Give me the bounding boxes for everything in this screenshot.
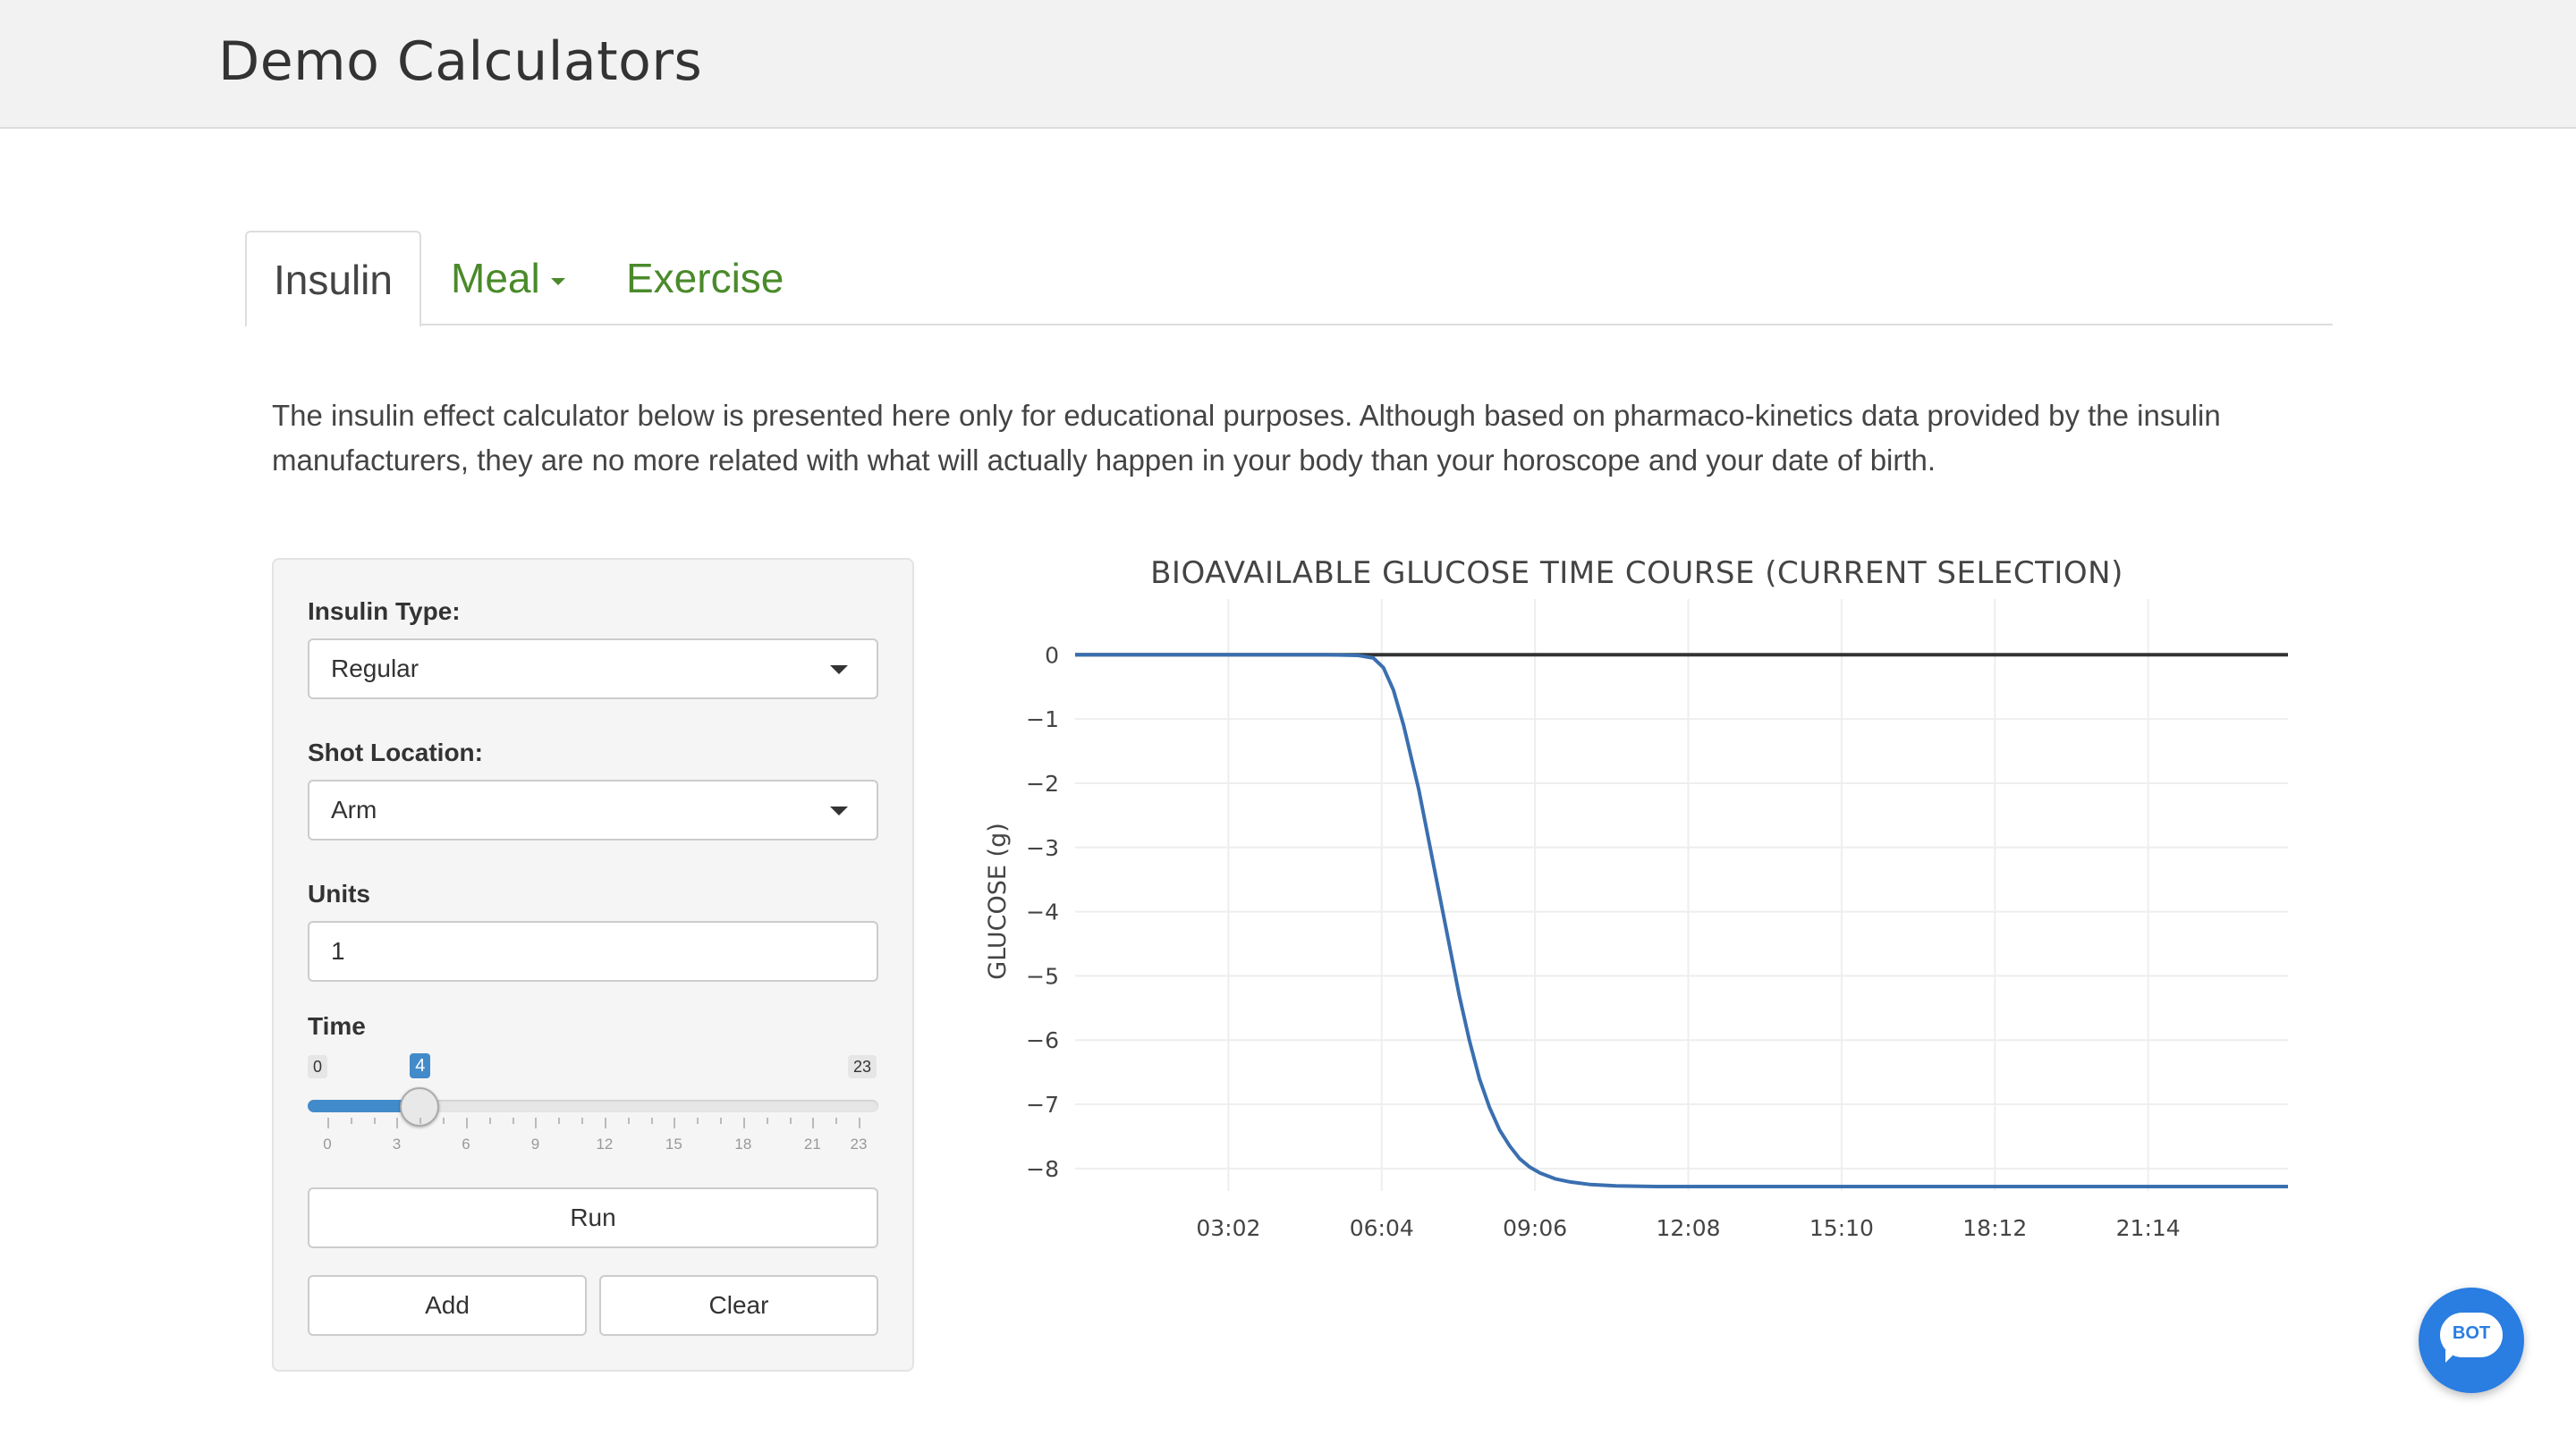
chart-series bbox=[1075, 653, 2288, 1188]
shot-location-label: Shot Location: bbox=[308, 739, 483, 766]
add-button[interactable]: Add bbox=[308, 1275, 587, 1336]
slider-tick bbox=[419, 1118, 422, 1124]
shot-location-select[interactable]: Arm bbox=[308, 780, 878, 840]
time-label: Time bbox=[308, 1012, 366, 1040]
x-tick-label: 21:14 bbox=[2116, 1215, 2181, 1241]
tab-insulin-label: Insulin bbox=[274, 257, 393, 303]
slider-tick-label: 21 bbox=[803, 1136, 821, 1153]
slider-tick bbox=[465, 1118, 468, 1128]
y-tick-label: −6 bbox=[1026, 1027, 1059, 1053]
tab-exercise[interactable]: Exercise bbox=[599, 231, 810, 325]
y-tick-label: −7 bbox=[1026, 1092, 1059, 1118]
insulin-type-value: Regular bbox=[331, 655, 419, 682]
brand-title[interactable]: Demo Calculators bbox=[218, 30, 702, 93]
tab-exercise-label: Exercise bbox=[626, 255, 784, 301]
slider-tick bbox=[443, 1118, 445, 1124]
slider-value-label: 4 bbox=[410, 1053, 431, 1078]
y-tick-label: −1 bbox=[1026, 706, 1059, 732]
x-tick-label: 06:04 bbox=[1350, 1215, 1414, 1241]
slider-tick bbox=[627, 1118, 630, 1124]
slider-tick bbox=[350, 1118, 352, 1124]
chat-bubble-tail bbox=[2445, 1350, 2458, 1363]
chart-title: BIOAVAILABLE GLUCOSE TIME COURSE (CURREN… bbox=[1150, 555, 2123, 591]
y-tick-label: −4 bbox=[1026, 900, 1059, 925]
caret-down-icon bbox=[550, 277, 565, 285]
slider-tick bbox=[512, 1118, 514, 1124]
glucose-series-line bbox=[1075, 653, 2288, 1188]
y-axis-label: GLUCOSE (g) bbox=[984, 823, 1012, 979]
slider-tick-label: 9 bbox=[530, 1136, 540, 1153]
description-text: The insulin effect calculator below is p… bbox=[272, 399, 2221, 477]
slider-tick bbox=[674, 1118, 676, 1128]
slider-tick bbox=[835, 1118, 838, 1124]
y-tick-label: −5 bbox=[1026, 963, 1059, 989]
x-tick-label: 09:06 bbox=[1503, 1215, 1567, 1241]
slider-tick bbox=[604, 1118, 606, 1128]
slider-tick bbox=[535, 1118, 538, 1128]
slider-tick bbox=[396, 1118, 399, 1128]
x-tick-label: 15:10 bbox=[1809, 1215, 1874, 1241]
time-slider-track[interactable] bbox=[308, 1100, 878, 1112]
glucose-chart: BIOAVAILABLE GLUCOSE TIME COURSE (CURREN… bbox=[984, 555, 2288, 1241]
slider-tick-label: 6 bbox=[462, 1136, 470, 1153]
dropdown-arrow-icon bbox=[830, 807, 848, 815]
chart-grid bbox=[1075, 599, 2288, 1191]
slider-tick-label: 3 bbox=[392, 1136, 402, 1153]
tab-bar: Insulin Meal Exercise bbox=[245, 231, 2333, 327]
y-tick-label: −2 bbox=[1026, 771, 1059, 797]
tab-meal[interactable]: Meal bbox=[424, 231, 592, 325]
x-tick-label: 03:02 bbox=[1196, 1215, 1260, 1241]
y-tick-label: −3 bbox=[1026, 835, 1059, 861]
x-tick-label: 12:08 bbox=[1656, 1215, 1720, 1241]
y-tick-label: 0 bbox=[1045, 642, 1059, 668]
y-tick-label: −8 bbox=[1026, 1156, 1059, 1182]
slider-tick bbox=[488, 1118, 491, 1124]
navbar: Demo Calculators bbox=[0, 0, 2576, 129]
run-button[interactable]: Run bbox=[308, 1187, 878, 1248]
slider-tick-label: 0 bbox=[323, 1136, 332, 1153]
slider-tick bbox=[720, 1118, 723, 1124]
x-tick-label: 18:12 bbox=[1962, 1215, 2027, 1241]
slider-tick bbox=[650, 1118, 653, 1124]
slider-tick bbox=[327, 1118, 329, 1128]
insulin-type-label: Insulin Type: bbox=[308, 597, 461, 625]
slider-tick-label: 18 bbox=[734, 1136, 752, 1153]
slider-tick-label: 12 bbox=[596, 1136, 614, 1153]
slider-tick bbox=[742, 1118, 745, 1128]
bot-label: BOT bbox=[2452, 1323, 2491, 1343]
shot-location-value: Arm bbox=[331, 796, 377, 824]
insulin-type-select[interactable]: Regular bbox=[308, 638, 878, 699]
tab-meal-label: Meal bbox=[451, 255, 540, 301]
slider-tick bbox=[373, 1118, 376, 1124]
slider-tick bbox=[812, 1118, 815, 1128]
slider-tick bbox=[859, 1118, 860, 1128]
clear-button[interactable]: Clear bbox=[599, 1275, 878, 1336]
chat-bot-button[interactable]: BOT bbox=[2419, 1288, 2524, 1393]
calculator-panel: Insulin Type: Regular Shot Location: Arm… bbox=[272, 558, 914, 1372]
slider-tick bbox=[789, 1118, 792, 1124]
slider-tick bbox=[581, 1118, 584, 1124]
slider-tick-label: 23 bbox=[850, 1136, 868, 1153]
slider-tick bbox=[766, 1118, 768, 1124]
slider-tick-label: 15 bbox=[665, 1136, 682, 1153]
slider-tick bbox=[697, 1118, 699, 1124]
slider-max-label: 23 bbox=[848, 1055, 877, 1078]
units-label: Units bbox=[308, 880, 370, 908]
chart-ticks: 0 −1 −2 −3 −4 −5 −6 −7 −8 03:02 06:04 09:06 12:08 15:… bbox=[1026, 642, 2181, 1241]
tab-insulin[interactable]: Insulin bbox=[245, 231, 421, 327]
slider-tick bbox=[558, 1118, 561, 1124]
dropdown-arrow-icon bbox=[830, 665, 848, 674]
units-value: 1 bbox=[331, 937, 345, 965]
slider-min-label: 0 bbox=[308, 1055, 328, 1078]
units-input[interactable]: 1 bbox=[308, 921, 878, 982]
